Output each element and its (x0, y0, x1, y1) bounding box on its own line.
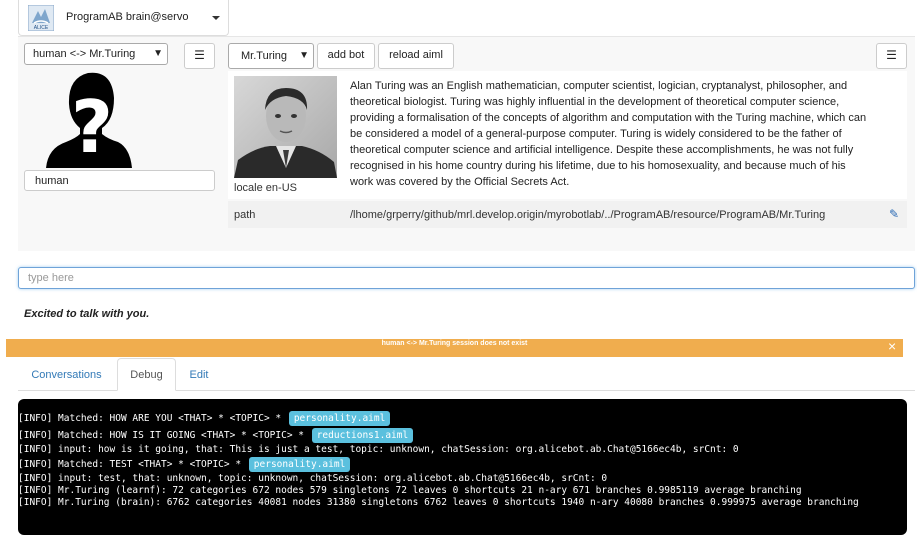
close-icon[interactable]: × (888, 339, 896, 353)
bot-description: Alan Turing was an English mathematician… (350, 80, 867, 188)
dropdown-arrow-icon: ▼ (299, 50, 309, 61)
path-value: /lhome/grperry/github/mrl.develop.origin… (350, 209, 826, 221)
log-line: [INFO] Matched: HOW IS IT GOING <THAT> *… (18, 427, 907, 444)
human-menu-button[interactable]: ☰ (184, 43, 215, 69)
aiml-file-badge: reductions1.aiml (311, 428, 414, 443)
log-line-text: [INFO] Matched: TEST <THAT> * <TOPIC> * (18, 459, 247, 470)
bot-response: Excited to talk with you. (24, 308, 150, 320)
chevron-down-icon[interactable] (212, 16, 220, 20)
service-title: ProgramAB brain@servo (66, 11, 189, 23)
warning-text: human <-> Mr.Turing session does not exi… (381, 340, 528, 347)
human-avatar: ? (46, 70, 132, 169)
tab-debug[interactable]: Debug (117, 358, 176, 391)
reload-aiml-button[interactable]: reload aiml (378, 43, 454, 69)
svg-text:?: ? (71, 85, 113, 168)
log-line-text: [INFO] Matched: HOW ARE YOU <THAT> * <TO… (18, 413, 287, 424)
aiml-file-badge: personality.aiml (288, 411, 391, 426)
hamburger-icon: ☰ (886, 48, 897, 62)
tab-conversations[interactable]: Conversations (18, 359, 115, 391)
warning-alert: human <-> Mr.Turing session does not exi… (6, 339, 903, 357)
add-bot-button[interactable]: add bot (317, 43, 375, 69)
svg-text:ALICE: ALICE (34, 25, 49, 31)
log-line: [INFO] Mr.Turing (brain): 6762 categorie… (18, 497, 859, 508)
bot-select[interactable]: Mr.Turing ▼ (228, 43, 314, 69)
pencil-icon[interactable]: ✎ (889, 207, 899, 221)
log-line: [INFO] Mr.Turing (learnf): 72 categories… (18, 485, 802, 496)
session-select[interactable]: human <-> Mr.Turing ▼ (24, 43, 168, 65)
log-line: [INFO] Matched: HOW ARE YOU <THAT> * <TO… (18, 410, 907, 427)
log-line: [INFO] Matched: TEST <THAT> * <TOPIC> * … (18, 456, 907, 473)
bot-menu-button[interactable]: ☰ (876, 43, 907, 69)
debug-log: [INFO] Matched: HOW ARE YOU <THAT> * <TO… (18, 410, 907, 509)
alice-logo: ALICE (27, 4, 55, 32)
locale-label: locale en-US (234, 182, 297, 194)
hamburger-icon: ☰ (194, 48, 205, 62)
path-label: path (234, 209, 256, 221)
service-header[interactable]: ALICE ProgramAB brain@servo (18, 0, 229, 36)
tab-edit[interactable]: Edit (180, 359, 218, 391)
dropdown-arrow-icon: ▼ (153, 48, 163, 59)
bot-portrait (234, 76, 337, 178)
log-line-text: [INFO] Matched: HOW IS IT GOING <THAT> *… (18, 430, 310, 441)
aiml-file-badge: personality.aiml (248, 457, 351, 472)
human-name-field[interactable] (24, 170, 215, 191)
bot-select-value: Mr.Turing (241, 50, 288, 62)
log-line: [INFO] input: test, that: unknown, topic… (18, 473, 608, 484)
session-select-value: human <-> Mr.Turing (33, 48, 136, 60)
log-line: [INFO] input: how is it going, that: Thi… (18, 444, 739, 455)
chat-input[interactable] (18, 267, 915, 289)
